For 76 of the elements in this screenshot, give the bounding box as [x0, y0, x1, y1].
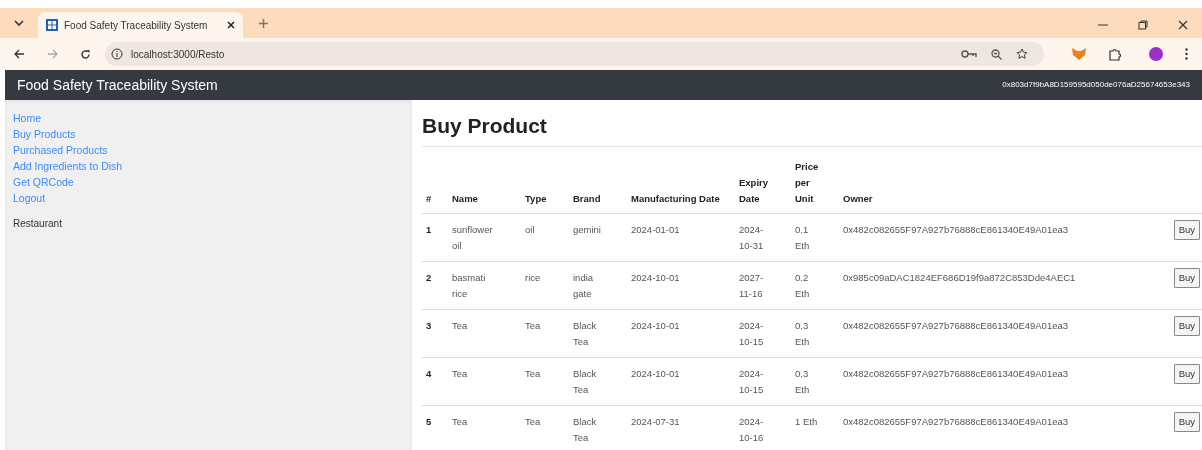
plus-icon[interactable]: [259, 19, 268, 28]
profile-avatar[interactable]: [1149, 47, 1163, 61]
table-cell-text: basmati rice: [452, 270, 487, 301]
table-cell-text: 2024-10-15: [739, 318, 765, 349]
close-icon[interactable]: [1178, 20, 1188, 30]
buy-button[interactable]: Buy: [1173, 315, 1200, 336]
restore-icon[interactable]: [1138, 20, 1148, 30]
key-icon[interactable]: [961, 50, 977, 58]
app-icon: [46, 19, 58, 31]
table-cell: 1: [426, 223, 432, 235]
table-cell: oil: [525, 223, 535, 235]
table-cell: 0x482c082655F97A927b76888cE861340E49A01ea3: [843, 223, 1069, 235]
table-cell-text: Black Tea: [573, 366, 598, 397]
fox-icon[interactable]: [1072, 48, 1086, 60]
column-header: Expiry Date: [739, 175, 770, 206]
table-cell: 3: [426, 319, 432, 331]
buy-button[interactable]: Buy: [1173, 267, 1200, 288]
page-heading: Buy Product: [422, 110, 1202, 147]
table-cell: 2024-01-01: [631, 223, 680, 235]
table-cell: 4: [426, 367, 432, 379]
table-cell-text: india gate: [573, 270, 595, 301]
table-cell: Tea: [525, 367, 541, 379]
table-cell-text: 2024-10-16: [739, 414, 765, 445]
tab-title: Food Safety Traceability System: [64, 18, 208, 33]
table-cell: Tea: [525, 415, 541, 427]
table-cell-text: 0.1 Eth: [795, 222, 811, 253]
table-cell-text: 2027-11-16: [739, 270, 765, 301]
column-header: Name: [452, 193, 478, 205]
table-cell: 0x482c082655F97A927b76888cE861340E49A01ea3: [843, 367, 1069, 379]
table-cell: 5: [426, 415, 432, 427]
table-cell-text: Tea: [452, 366, 469, 381]
table-cell-text: 0.3 Eth: [795, 366, 811, 397]
table-cell: 2024-10-01: [631, 271, 680, 283]
brand-title[interactable]: Food Safety Traceability System: [17, 74, 218, 96]
table-cell-text: Tea: [452, 318, 469, 333]
menu-icon[interactable]: [1185, 48, 1188, 60]
account-address: 0x803d7f9bA8D159595d050de076aD25674653e343: [1002, 79, 1190, 91]
role-label: Restaurant: [13, 217, 63, 231]
star-icon[interactable]: [1016, 48, 1028, 60]
buy-button[interactable]: Buy: [1173, 363, 1200, 384]
table-cell: Tea: [525, 319, 541, 331]
table-cell-text: gemini: [573, 222, 602, 237]
zoom-icon[interactable]: [991, 48, 1002, 60]
close-icon[interactable]: [227, 21, 235, 29]
column-header: Owner: [843, 193, 873, 205]
table-cell-text: Black Tea: [573, 414, 598, 445]
table-cell-text: sunflower oil: [452, 222, 494, 253]
url-text: localhost:3000/Resto: [131, 47, 225, 62]
table-cell: 1 Eth: [795, 415, 818, 427]
table-cell-text: Tea: [452, 414, 469, 429]
table-cell: 2024-10-01: [631, 319, 680, 331]
buy-button[interactable]: Buy: [1173, 219, 1200, 240]
back-icon[interactable]: [14, 49, 25, 59]
table-cell: 0x482c082655F97A927b76888cE861340E49A01ea3: [843, 319, 1069, 331]
address-bar[interactable]: localhost:3000/Resto: [105, 42, 1044, 66]
table-cell-text: 0.2 Eth: [795, 270, 811, 301]
table-cell: 2024-10-01: [631, 367, 680, 379]
buy-button[interactable]: Buy: [1173, 411, 1200, 432]
table-cell: 2024-07-31: [631, 415, 680, 427]
column-header: Type: [525, 193, 547, 205]
reload-icon[interactable]: [80, 48, 91, 60]
table-cell-text: 2024-10-15: [739, 366, 765, 397]
info-icon[interactable]: [111, 48, 123, 60]
table-cell-text: 0.3 Eth: [795, 318, 811, 349]
table-cell: 0x482c082655F97A927b76888cE861340E49A01ea3: [843, 415, 1069, 427]
puzzle-icon[interactable]: [1108, 47, 1121, 61]
table-cell: 2: [426, 271, 432, 283]
column-header: #: [426, 193, 432, 205]
column-header: Manufacturing Date: [631, 191, 721, 206]
column-header: Brand: [573, 193, 601, 205]
table-cell: rice: [525, 271, 541, 283]
browser-tab[interactable]: Food Safety Traceability System: [38, 12, 243, 38]
table-cell-text: 2024-10-31: [739, 222, 765, 253]
table-cell-text: Black Tea: [573, 318, 598, 349]
table-cell: 0x985c09aDAC1824EF686D19f9a872C853Dde4AEC1: [843, 271, 1076, 283]
chevron-down-icon[interactable]: [14, 20, 24, 26]
